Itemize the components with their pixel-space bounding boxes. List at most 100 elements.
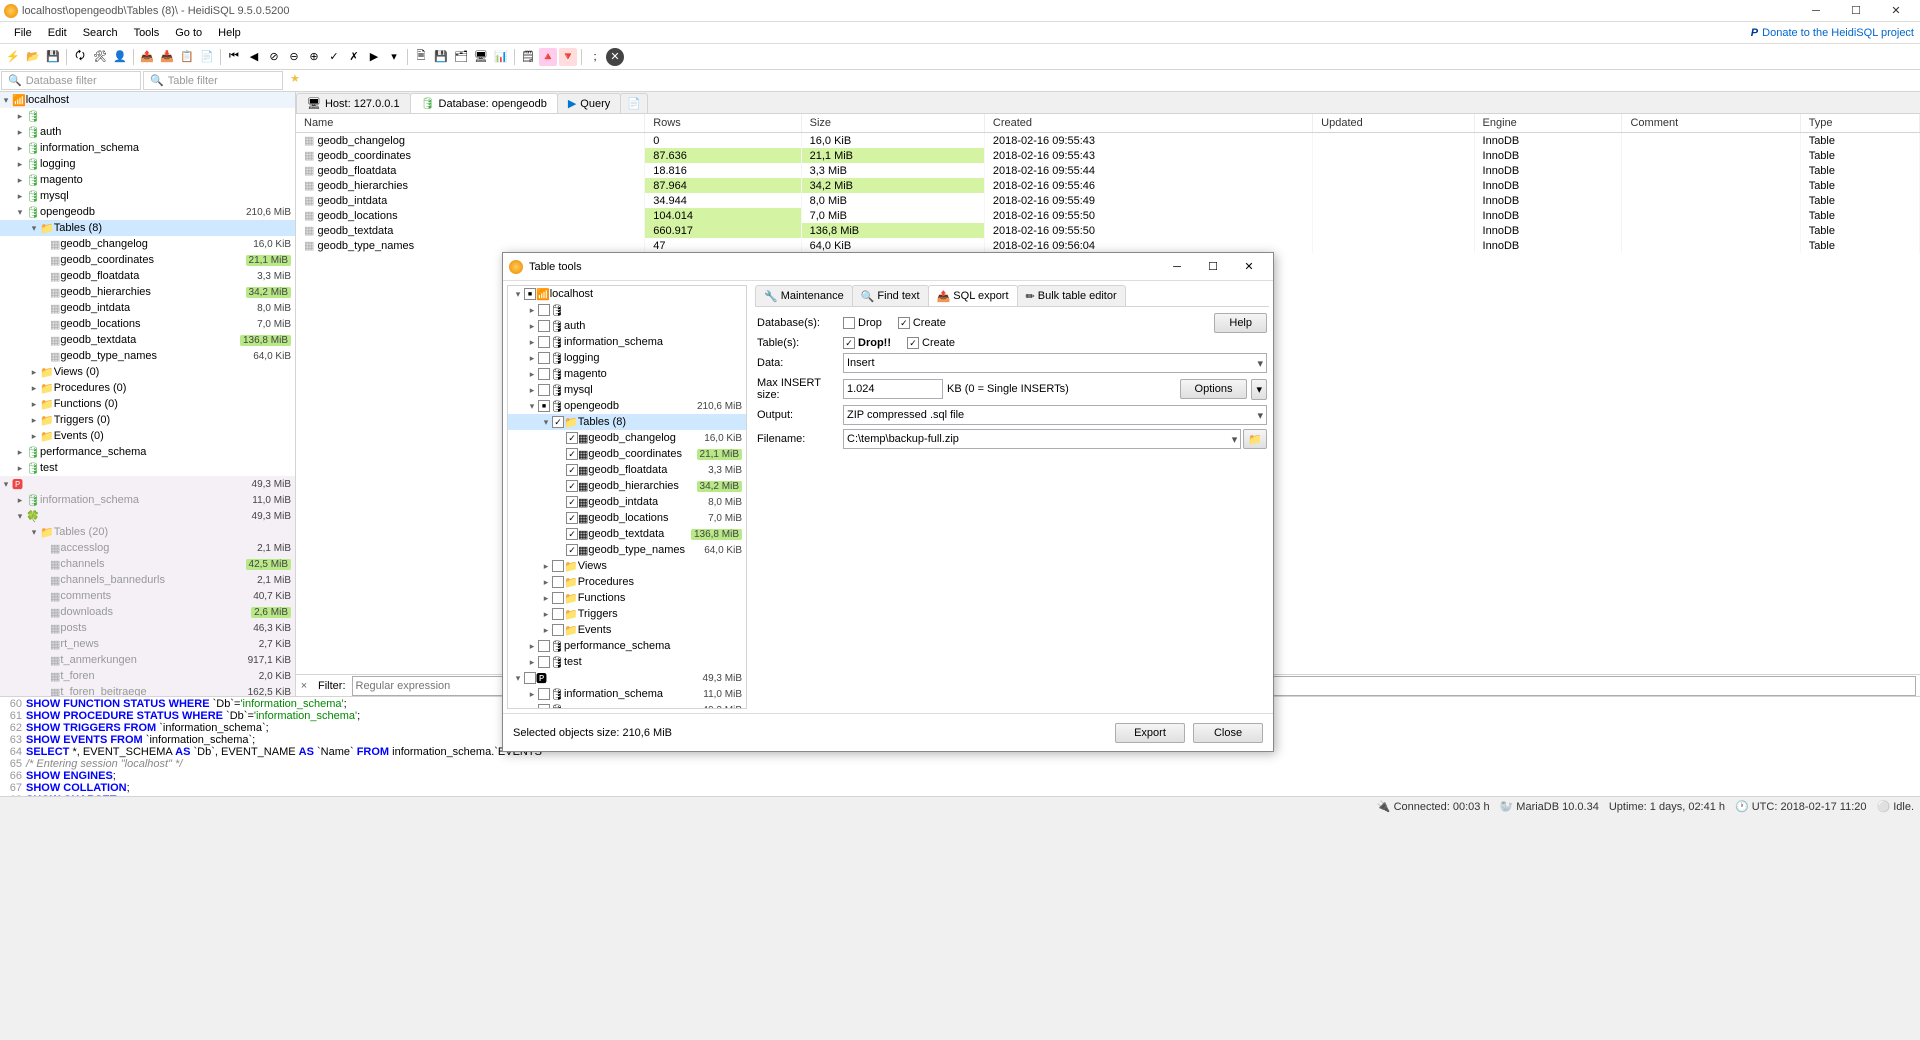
tree-checkbox[interactable] (566, 432, 578, 444)
tree-db[interactable]: test (40, 462, 291, 474)
tree-toggle-icon[interactable]: ▸ (526, 641, 538, 652)
tree-expand-icon[interactable]: ▸ (28, 399, 40, 410)
dialog-tree-row[interactable]: ▸ 📁Views (508, 558, 746, 574)
tb-copy[interactable]: 📋 (178, 48, 196, 66)
tab-host[interactable]: 🖥Host: 127.0.0.1 (296, 93, 411, 113)
tree-checkbox[interactable] (552, 576, 564, 588)
dialog-tree-row[interactable]: ▸ 🛢auth (508, 318, 746, 334)
table-row[interactable]: ▦ geodb_hierarchies87.96434,2 MiB2018-02… (296, 178, 1920, 193)
tree-collapse-icon[interactable]: ▾ (28, 223, 40, 234)
dialog-tree-row[interactable]: ▸ 🛢information_schema (508, 334, 746, 350)
tree-checkbox[interactable] (566, 528, 578, 540)
tree-checkbox[interactable] (566, 512, 578, 524)
tree-expand-icon[interactable]: ▸ (28, 431, 40, 442)
col-header[interactable]: Rows (645, 114, 801, 133)
tree-toggle-icon[interactable]: ▸ (540, 593, 552, 604)
database-filter[interactable]: 🔍Database filter (1, 71, 141, 90)
tree-checkbox[interactable] (538, 640, 550, 652)
tree-table[interactable]: posts (60, 622, 253, 634)
dialog-tree-row[interactable]: ▦geodb_type_names64,0 KiB (508, 542, 746, 558)
tree-checkbox[interactable] (552, 416, 564, 428)
tree-tables[interactable]: Tables (20) (54, 526, 291, 538)
tree-collapse-icon[interactable]: ▾ (14, 207, 26, 218)
tb-plus[interactable]: ⊕ (305, 48, 323, 66)
dialog-tree-row[interactable]: ▦geodb_coordinates21,1 MiB (508, 446, 746, 462)
favorites-toggle[interactable]: ★ (284, 70, 306, 91)
col-header[interactable]: Type (1800, 114, 1919, 133)
tree-table[interactable]: geodb_type_names (60, 350, 253, 362)
close-button[interactable]: Close (1193, 723, 1263, 743)
col-header[interactable]: Name (296, 114, 645, 133)
tb-b[interactable]: 💾 (432, 48, 450, 66)
tree-toggle-icon[interactable]: ▾ (512, 673, 524, 684)
max-insert-input[interactable] (843, 379, 943, 399)
output-combo[interactable]: ZIP compressed .sql file (843, 405, 1267, 425)
dialog-tree[interactable]: ▾ 📶localhost▸ 🛢▸ 🛢auth▸ 🛢information_sch… (507, 285, 747, 709)
tree-checkbox[interactable] (552, 608, 564, 620)
tree-db[interactable]: information_schema (40, 142, 291, 154)
menu-edit[interactable]: Edit (40, 25, 75, 41)
tree-table[interactable]: accesslog (60, 542, 257, 554)
data-combo[interactable]: Insert (843, 353, 1267, 373)
tb-i[interactable]: ; (586, 48, 604, 66)
tree-checkbox[interactable] (538, 336, 550, 348)
tree-expand-icon[interactable]: ▸ (14, 127, 26, 138)
tree-toggle-icon[interactable]: ▸ (526, 305, 538, 316)
tree-checkbox[interactable] (566, 480, 578, 492)
options-button[interactable]: Options (1180, 379, 1248, 399)
tree-checkbox[interactable] (566, 464, 578, 476)
dialog-tree-row[interactable]: ▸ 🛢mysql (508, 382, 746, 398)
dialog-tree-row[interactable]: ▸ 🛢magento (508, 366, 746, 382)
table-row[interactable]: ▦ geodb_floatdata18.8163,3 MiB2018-02-16… (296, 163, 1920, 178)
dialog-tree-row[interactable]: ▾ 📁Tables (8) (508, 414, 746, 430)
tree-db[interactable]: magento (40, 174, 291, 186)
tree-item[interactable]: Events (0) (54, 430, 291, 442)
export-button[interactable]: Export (1115, 723, 1185, 743)
tree-checkbox[interactable] (552, 560, 564, 572)
tree-table[interactable]: t_foren (60, 670, 258, 682)
tree-checkbox[interactable] (538, 688, 550, 700)
tab-bulk-editor[interactable]: ✏Bulk table editor (1017, 285, 1126, 306)
tree-db[interactable]: information_schema (40, 494, 252, 506)
col-header[interactable]: Comment (1622, 114, 1800, 133)
tree-expand-icon[interactable]: ▸ (14, 463, 26, 474)
tree-checkbox[interactable] (538, 704, 550, 709)
dialog-titlebar[interactable]: Table tools ─ ☐ ✕ (503, 253, 1273, 281)
dialog-tree-row[interactable]: ▾ 🅿49,3 MiB (508, 670, 746, 686)
col-header[interactable]: Engine (1474, 114, 1622, 133)
tree-toggle-icon[interactable]: ▾ (540, 417, 552, 428)
tree-expand-icon[interactable]: ▸ (14, 175, 26, 186)
tree-toggle-icon[interactable]: ▸ (540, 609, 552, 620)
tree-checkbox[interactable] (524, 672, 536, 684)
tree-toggle-icon[interactable]: ▸ (526, 353, 538, 364)
tree-table[interactable]: geodb_textdata (60, 334, 240, 346)
dialog-tree-row[interactable]: ▦geodb_hierarchies34,2 MiB (508, 478, 746, 494)
tree-db[interactable]: mysql (40, 190, 291, 202)
tree-table[interactable]: geodb_hierarchies (60, 286, 245, 298)
tree-checkbox[interactable] (538, 304, 550, 316)
tb-check[interactable]: ✓ (325, 48, 343, 66)
tb-d[interactable]: 🖥 (472, 48, 490, 66)
tree-host[interactable]: localhost (26, 94, 291, 106)
tb-new[interactable]: ⚡ (4, 48, 22, 66)
tb-export[interactable]: 📤 (138, 48, 156, 66)
tb-cancel[interactable]: ⊘ (265, 48, 283, 66)
tree-tables[interactable]: Tables (8) (54, 222, 291, 234)
tree-checkbox[interactable] (538, 384, 550, 396)
tree-expand-icon[interactable]: ▸ (14, 159, 26, 170)
menu-file[interactable]: File (6, 25, 40, 41)
tb-e[interactable]: 📊 (492, 48, 510, 66)
tb-refresh[interactable]: 🗘 (71, 48, 89, 66)
tree-expand-icon[interactable]: ▸ (14, 143, 26, 154)
tb-first[interactable]: ⏮ (225, 48, 243, 66)
dialog-tree-row[interactable]: ▦geodb_changelog16,0 KiB (508, 430, 746, 446)
tree-toggle-icon[interactable]: ▸ (526, 321, 538, 332)
tree-table[interactable]: comments (60, 590, 253, 602)
dialog-tree-row[interactable]: ▸ 📁Procedures (508, 574, 746, 590)
tree-toggle-icon[interactable]: ▸ (540, 561, 552, 572)
dialog-tree-row[interactable]: ▦geodb_locations7,0 MiB (508, 510, 746, 526)
tree-checkbox[interactable] (566, 448, 578, 460)
tree-collapse-icon[interactable]: ▾ (14, 511, 26, 522)
tree-table[interactable]: geodb_changelog (60, 238, 253, 250)
tree-toggle-icon[interactable]: ▸ (526, 705, 538, 710)
